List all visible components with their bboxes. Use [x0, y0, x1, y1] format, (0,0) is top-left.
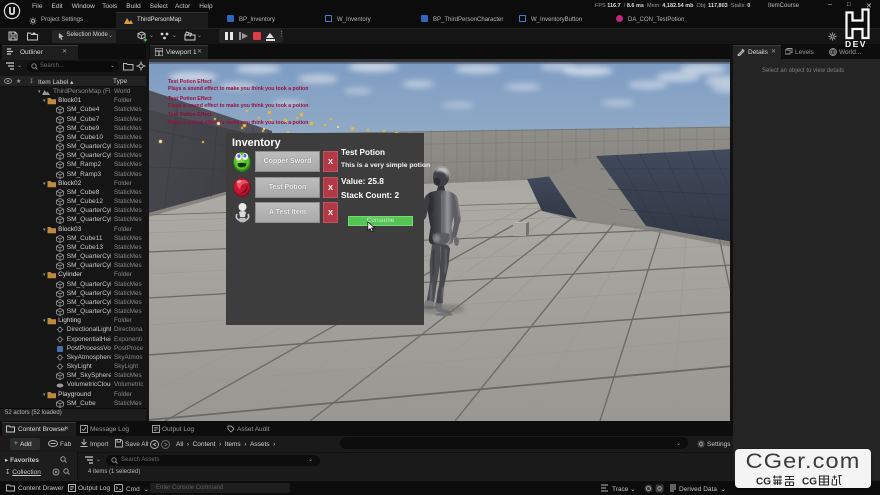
svg-text:CG: CG — [802, 477, 817, 487]
svg-text:CG: CG — [756, 477, 771, 487]
svg-text:DEV: DEV — [845, 39, 867, 48]
